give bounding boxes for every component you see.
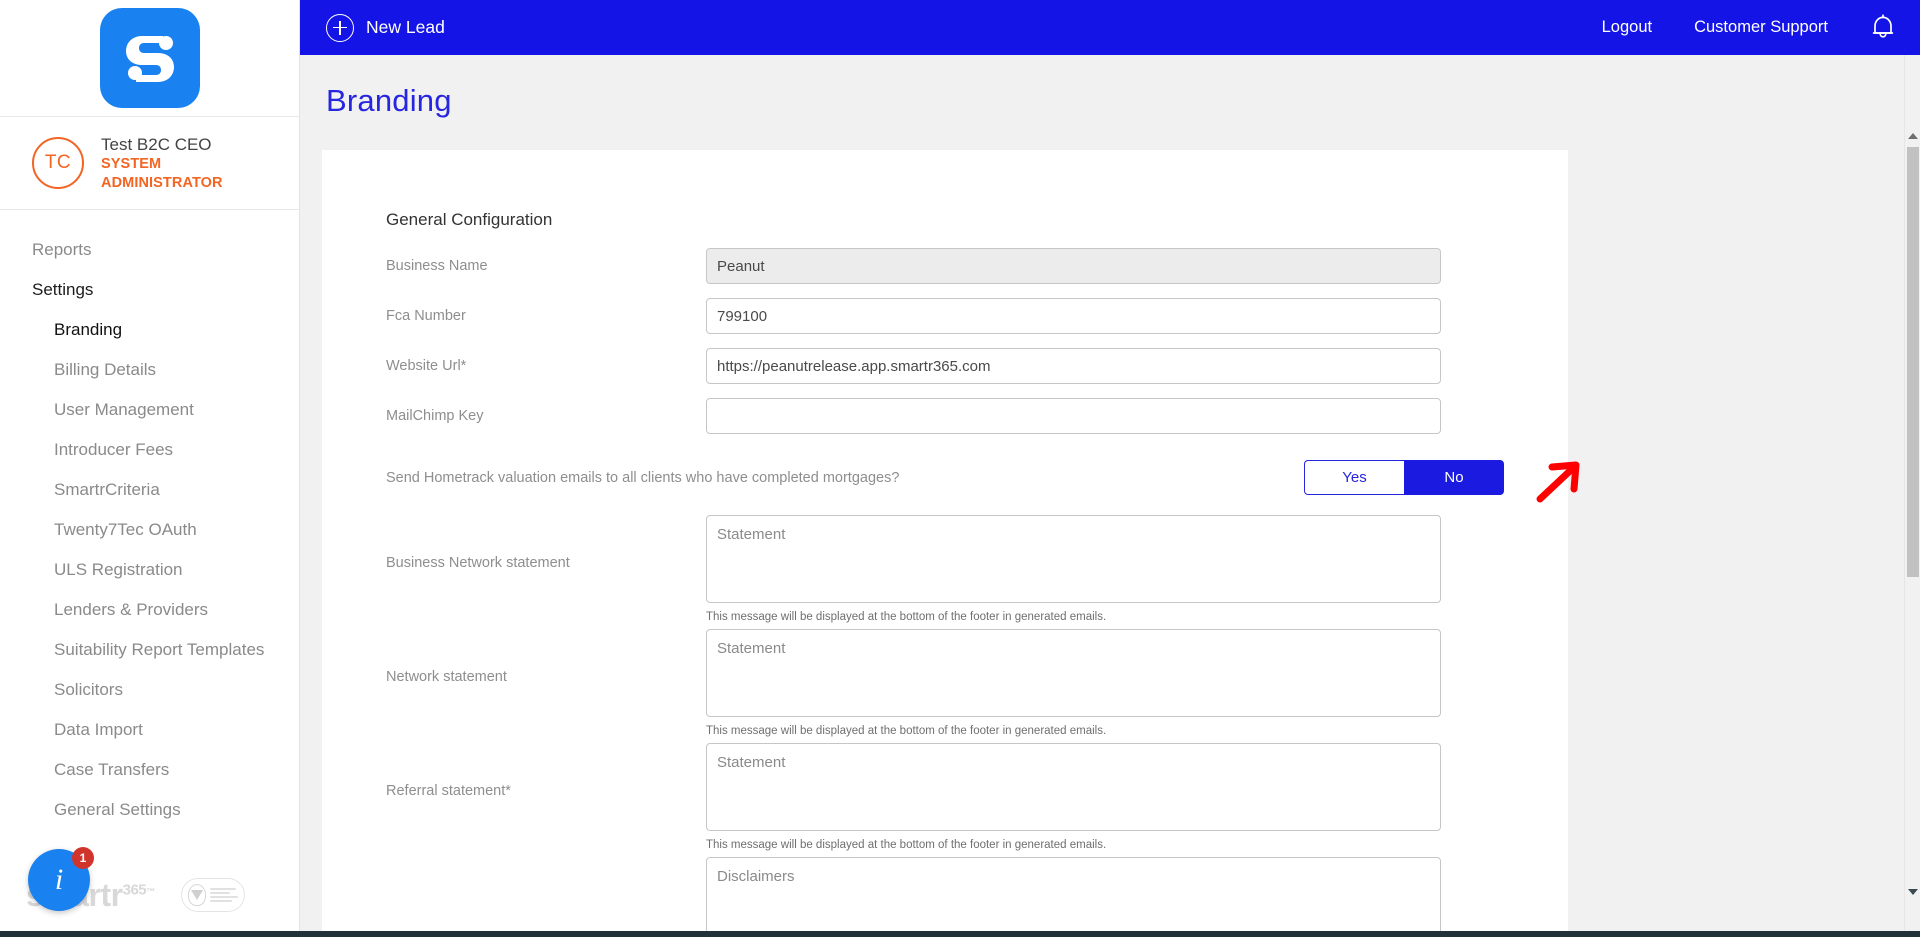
avatar: TC (32, 137, 84, 189)
field-hometrack-valuation-emails: Send Hometrack valuation emails to all c… (386, 460, 1504, 495)
field-disclaimers (386, 857, 1504, 937)
scroll-down-arrow-icon[interactable] (1905, 883, 1920, 901)
cyber-essentials-badge (180, 878, 245, 912)
field-referral-statement: Referral statement* This message will be… (386, 743, 1504, 851)
app-root: TC Test B2C CEO SYSTEM ADMINISTRATOR Rep… (0, 0, 1920, 937)
sidebar-item-case-transfers[interactable]: Case Transfers (0, 750, 299, 790)
help-badge-count: 1 (72, 847, 94, 869)
sidebar-item-billing-details[interactable]: Billing Details (0, 350, 299, 390)
sidebar-item-twenty7tec-oauth[interactable]: Twenty7Tec OAuth (0, 510, 299, 550)
main-area: New Lead Logout Customer Support Brandin… (300, 0, 1920, 937)
sidebar-item-solicitors[interactable]: Solicitors (0, 670, 299, 710)
label-disclaimers (386, 857, 706, 897)
user-meta: Test B2C CEO SYSTEM ADMINISTRATOR (101, 134, 251, 193)
letter-s-icon (125, 36, 174, 82)
scrollbar-thumb[interactable] (1907, 147, 1919, 577)
label-network-statement: Network statement (386, 669, 507, 685)
sidebar-item-user-management[interactable]: User Management (0, 390, 299, 430)
hometrack-toggle-group: Yes No (1304, 460, 1504, 495)
label-business-name: Business Name (386, 258, 488, 274)
sidebar-item-suitability-report-templates[interactable]: Suitability Report Templates (0, 630, 299, 670)
help-info-button[interactable]: i 1 (28, 847, 94, 911)
disclaimers-textarea[interactable] (706, 857, 1441, 937)
network-statement-textarea[interactable] (706, 629, 1441, 717)
label-referral-statement: Referral statement* (386, 783, 511, 799)
brand-logo[interactable] (0, 0, 299, 116)
smartr-logo-tile (99, 8, 200, 108)
field-mailchimp-key: MailChimp Key (386, 398, 1504, 434)
sidebar-item-data-import[interactable]: Data Import (0, 710, 299, 750)
referral-statement-textarea[interactable] (706, 743, 1441, 831)
sidebar-item-lenders-providers[interactable]: Lenders & Providers (0, 590, 299, 630)
new-lead-button[interactable]: New Lead (326, 13, 445, 42)
field-business-network-statement: Business Network statement This message … (386, 515, 1504, 623)
topbar-right-group: Logout Customer Support (1602, 13, 1896, 42)
sidebar-item-branding[interactable]: Branding (0, 310, 299, 350)
badge-text-lines (209, 888, 238, 902)
bell-icon[interactable] (1870, 13, 1896, 42)
page-title: Branding (326, 83, 452, 118)
sidebar-item-uls-registration[interactable]: ULS Registration (0, 550, 299, 590)
user-name: Test B2C CEO (101, 134, 212, 154)
sidebar-nav: Reports Settings Branding Billing Detail… (0, 210, 299, 830)
field-network-statement: Network statement This message will be d… (386, 629, 1504, 737)
sidebar-item-introducer-fees[interactable]: Introducer Fees (0, 430, 299, 470)
sidebar-item-smartrcriteria[interactable]: SmartrCriteria (0, 470, 299, 510)
label-hometrack-question: Send Hometrack valuation emails to all c… (386, 469, 900, 486)
wordmark-365: 365 (122, 880, 147, 898)
branding-form: General Configuration Business Name Fca … (322, 150, 1568, 937)
sidebar: TC Test B2C CEO SYSTEM ADMINISTRATOR Rep… (0, 0, 300, 937)
label-business-network-statement: Business Network statement (386, 555, 570, 571)
sidebar-item-settings[interactable]: Settings (0, 270, 299, 310)
branding-card: General Configuration Business Name Fca … (322, 150, 1568, 937)
business-network-statement-textarea[interactable] (706, 515, 1441, 603)
fca-number-input[interactable] (706, 298, 1441, 334)
scroll-up-arrow-icon[interactable] (1905, 127, 1920, 145)
business-name-input[interactable] (706, 248, 1441, 284)
field-fca-number: Fca Number (386, 298, 1504, 334)
sidebar-item-reports[interactable]: Reports (0, 230, 299, 270)
shield-icon (187, 884, 206, 906)
field-website-url: Website Url* (386, 348, 1504, 384)
user-role: SYSTEM ADMINISTRATOR (101, 156, 223, 191)
mailchimp-key-input[interactable] (706, 398, 1441, 434)
sidebar-item-general-settings[interactable]: General Settings (0, 790, 299, 830)
label-website-url: Website Url* (386, 358, 467, 374)
top-navbar: New Lead Logout Customer Support (300, 0, 1920, 55)
window-bottom-strip (0, 931, 1920, 937)
hint-business-network-statement: This message will be displayed at the bo… (706, 611, 1107, 623)
logout-link[interactable]: Logout (1602, 18, 1652, 37)
website-url-input[interactable] (706, 348, 1441, 384)
label-fca-number: Fca Number (386, 308, 466, 324)
hint-referral-statement: This message will be displayed at the bo… (706, 839, 1107, 851)
plus-circle-icon (326, 13, 354, 42)
label-mailchimp-key: MailChimp Key (386, 408, 484, 424)
wordmark-tm: ™ (146, 885, 155, 896)
customer-support-link[interactable]: Customer Support (1694, 18, 1828, 37)
field-business-name: Business Name (386, 248, 1504, 284)
hint-network-statement: This message will be displayed at the bo… (706, 725, 1107, 737)
user-profile[interactable]: TC Test B2C CEO SYSTEM ADMINISTRATOR (0, 116, 299, 210)
vertical-scrollbar[interactable] (1904, 55, 1920, 937)
new-lead-label: New Lead (366, 17, 445, 37)
hometrack-no-button[interactable]: No (1404, 460, 1504, 495)
section-title-general-configuration: General Configuration (386, 210, 553, 229)
hometrack-yes-button[interactable]: Yes (1304, 460, 1404, 495)
